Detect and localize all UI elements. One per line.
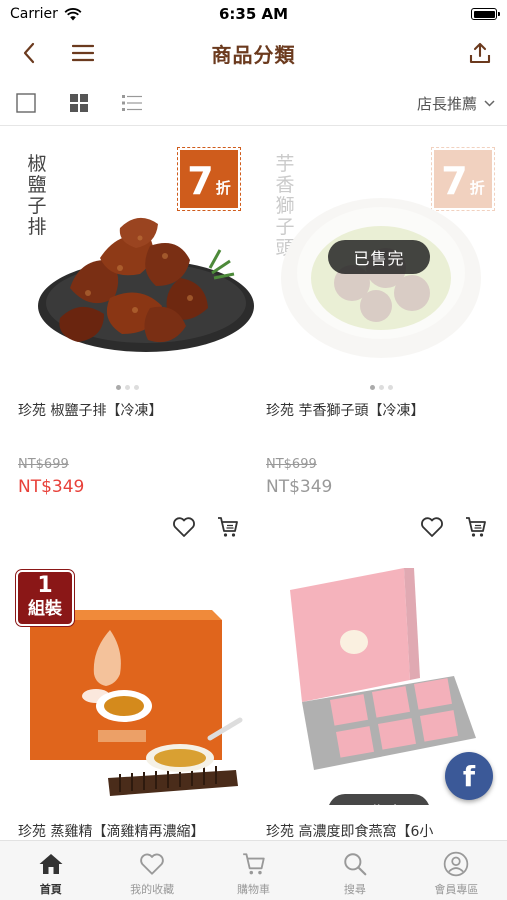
single-view-button[interactable] [15, 93, 37, 113]
search-icon [344, 853, 367, 876]
carrier-label: Carrier [10, 6, 58, 22]
product-name[interactable]: 珍苑 蒸雞精【滴雞精再濃縮】 [18, 822, 248, 840]
product-image[interactable]: 芋香獅子頭 7折 已售完 [254, 128, 507, 373]
image-carousel-dots[interactable] [254, 385, 507, 390]
sort-dropdown[interactable]: 店長推薦 [417, 93, 495, 114]
wifi-icon [64, 7, 82, 20]
nav-bar: 商品分類 [0, 28, 507, 78]
list-view-button[interactable] [121, 93, 143, 113]
chevron-left-icon [23, 42, 35, 64]
original-price: NT$699 [18, 457, 69, 472]
sale-price: NT$349 [18, 477, 85, 497]
product-card[interactable]: 1 組裝 珍苑 蒸雞精【滴雞精再濃縮】 [0, 560, 254, 840]
tab-home[interactable]: 首頁 [0, 841, 101, 900]
back-button[interactable] [14, 38, 44, 68]
cart-icon [242, 853, 265, 875]
original-price: NT$699 [266, 457, 317, 472]
tab-favorites[interactable]: 我的收藏 [101, 841, 202, 900]
single-view-icon [16, 93, 36, 113]
add-to-cart-button[interactable] [214, 513, 242, 541]
heart-icon [421, 517, 443, 537]
product-image[interactable]: 1 組裝 [0, 560, 254, 805]
cart-icon [466, 517, 486, 537]
view-toolbar: 店長推薦 [0, 80, 507, 126]
tab-member[interactable]: 會員專區 [406, 841, 507, 900]
user-icon [444, 851, 469, 877]
tab-label: 我的收藏 [130, 883, 175, 896]
sold-out-label: 已售完 [328, 240, 430, 274]
tab-search[interactable]: 搜尋 [304, 841, 405, 900]
status-bar: Carrier 6:35 AM [0, 0, 507, 28]
tab-label: 購物車 [237, 883, 271, 896]
grid-view-icon [70, 94, 88, 112]
facebook-button[interactable]: f [445, 752, 493, 800]
bundle-badge: 1 組裝 [15, 569, 75, 627]
cart-icon [218, 517, 238, 537]
chevron-down-icon [484, 100, 495, 107]
tab-label: 會員專區 [434, 883, 479, 896]
product-name[interactable]: 珍苑 高濃度即食燕窩【6小 [266, 822, 496, 840]
tab-label: 首頁 [39, 883, 62, 896]
list-view-icon [122, 95, 142, 111]
sort-label: 店長推薦 [416, 95, 477, 113]
battery-icon [471, 8, 500, 20]
product-grid: 椒鹽子排 7折 珍苑 椒鹽子排【冷凍】 NT$699 NT$349 芋香獅子頭 … [0, 128, 507, 840]
heart-icon [140, 853, 164, 875]
sold-out-label: 已售完 [328, 794, 430, 805]
share-button[interactable] [465, 38, 495, 68]
heart-icon [173, 517, 195, 537]
grid-view-button[interactable] [68, 93, 90, 113]
tab-cart[interactable]: 購物車 [203, 841, 304, 900]
bottom-tab-bar: 首頁 我的收藏 購物車 搜尋 會員專區 [0, 840, 507, 900]
sale-price: NT$349 [266, 477, 333, 497]
status-time: 6:35 AM [218, 5, 289, 23]
product-card[interactable]: 芋香獅子頭 7折 已售完 珍苑 芋香獅子頭【冷凍】 NT$699 NT$349 [254, 128, 507, 548]
pork-ribs-photo [38, 217, 254, 352]
favorite-button[interactable] [418, 513, 446, 541]
share-upload-icon [469, 42, 491, 64]
tab-label: 搜尋 [343, 883, 366, 896]
favorite-button[interactable] [170, 513, 198, 541]
product-card[interactable]: 椒鹽子排 7折 珍苑 椒鹽子排【冷凍】 NT$699 NT$349 [0, 128, 254, 548]
menu-button[interactable] [68, 38, 98, 68]
add-to-cart-button[interactable] [462, 513, 490, 541]
hamburger-menu-icon [72, 44, 94, 62]
facebook-icon: f [462, 759, 476, 793]
product-name[interactable]: 珍苑 芋香獅子頭【冷凍】 [266, 401, 496, 421]
product-image[interactable]: 椒鹽子排 7折 [0, 128, 254, 373]
home-icon [39, 854, 63, 874]
image-carousel-dots[interactable] [0, 385, 254, 390]
product-name[interactable]: 珍苑 椒鹽子排【冷凍】 [18, 401, 248, 421]
